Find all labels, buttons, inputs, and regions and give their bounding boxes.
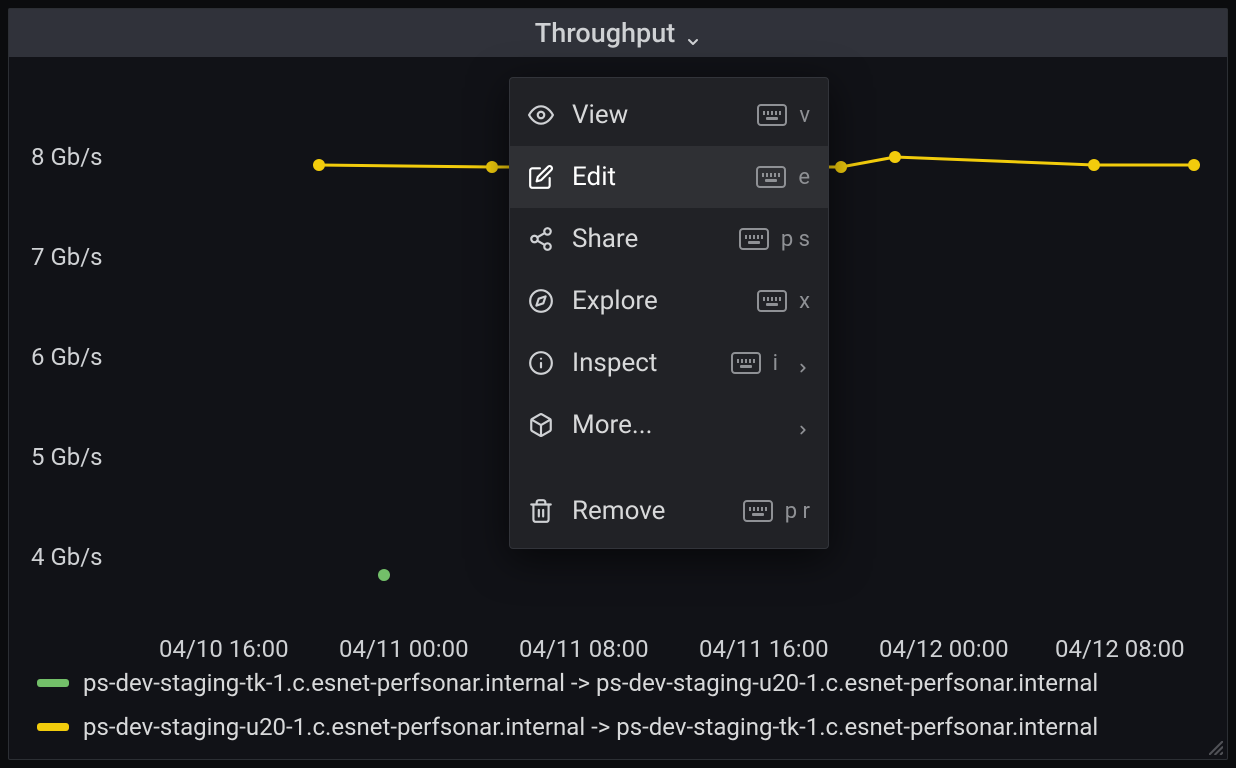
keyboard-icon (731, 352, 761, 374)
keyboard-icon (743, 500, 773, 522)
data-point (486, 161, 498, 173)
panel: Throughput 8 Gb/s 7 Gb/s 6 Gb/s 5 Gb/s 4… (8, 8, 1228, 760)
x-tick-label: 04/10 16:00 (159, 635, 289, 663)
legend-swatch-green (37, 679, 69, 687)
y-tick-label: 7 Gb/s (31, 243, 103, 271)
menu-item-edit[interactable]: Edit e (510, 146, 828, 208)
menu-item-label: Edit (572, 162, 738, 192)
keyboard-icon (739, 228, 769, 250)
data-point (889, 151, 901, 163)
x-tick-label: 04/11 08:00 (519, 635, 649, 663)
menu-item-label: Remove (572, 496, 725, 526)
menu-item-explore[interactable]: Explore x (510, 270, 828, 332)
keyboard-icon (757, 104, 787, 126)
x-tick-label: 04/12 00:00 (879, 635, 1009, 663)
menu-item-label: View (572, 100, 739, 130)
menu-item-more[interactable]: More... (510, 394, 828, 456)
menu-item-label: Explore (572, 286, 739, 316)
menu-shortcut: p r (743, 499, 810, 524)
resize-handle[interactable] (1209, 741, 1223, 755)
trash-icon (528, 498, 554, 524)
menu-item-share[interactable]: Share p s (510, 208, 828, 270)
y-tick-label: 4 Gb/s (31, 543, 103, 571)
menu-shortcut: x (757, 289, 810, 314)
data-point (835, 161, 847, 173)
panel-title: Throughput (535, 17, 676, 49)
keyboard-icon (757, 290, 787, 312)
edit-icon (528, 164, 554, 190)
menu-item-inspect[interactable]: Inspect i (510, 332, 828, 394)
chevron-right-icon (796, 356, 810, 370)
data-point (1088, 159, 1100, 171)
chevron-down-icon (685, 25, 701, 41)
x-tick-label: 04/11 16:00 (699, 635, 829, 663)
eye-icon (528, 102, 554, 128)
data-point (378, 569, 390, 581)
menu-item-label: Inspect (572, 348, 713, 378)
x-tick-label: 04/12 08:00 (1055, 635, 1185, 663)
legend-label: ps-dev-staging-u20-1.c.esnet-perfsonar.i… (83, 713, 1098, 741)
data-point (313, 159, 325, 171)
menu-item-remove[interactable]: Remove p r (510, 480, 828, 542)
menu-item-view[interactable]: View v (510, 84, 828, 146)
chevron-right-icon (796, 418, 810, 432)
legend: ps-dev-staging-tk-1.c.esnet-perfsonar.in… (37, 661, 1207, 749)
menu-separator (510, 456, 828, 480)
x-tick-label: 04/11 00:00 (339, 635, 469, 663)
compass-icon (528, 288, 554, 314)
y-tick-label: 6 Gb/s (31, 343, 103, 371)
menu-item-label: Share (572, 224, 721, 254)
legend-item[interactable]: ps-dev-staging-tk-1.c.esnet-perfsonar.in… (37, 661, 1207, 705)
legend-item[interactable]: ps-dev-staging-u20-1.c.esnet-perfsonar.i… (37, 705, 1207, 749)
legend-swatch-yellow (37, 723, 69, 731)
y-tick-label: 8 Gb/s (31, 143, 103, 171)
share-icon (528, 226, 554, 252)
menu-shortcut: i (731, 351, 810, 376)
info-icon (528, 350, 554, 376)
menu-item-label: More... (572, 410, 772, 440)
cube-icon (528, 412, 554, 438)
menu-shortcut: v (757, 103, 810, 128)
menu-shortcut: p s (739, 227, 810, 252)
panel-context-menu: View v Edit e Share p s (509, 77, 829, 549)
menu-shortcut: e (756, 165, 810, 190)
keyboard-icon (756, 166, 786, 188)
legend-label: ps-dev-staging-tk-1.c.esnet-perfsonar.in… (83, 669, 1098, 697)
y-tick-label: 5 Gb/s (31, 443, 103, 471)
menu-shortcut (790, 418, 810, 432)
panel-title-dropdown[interactable]: Throughput (9, 9, 1227, 57)
data-point (1188, 159, 1200, 171)
